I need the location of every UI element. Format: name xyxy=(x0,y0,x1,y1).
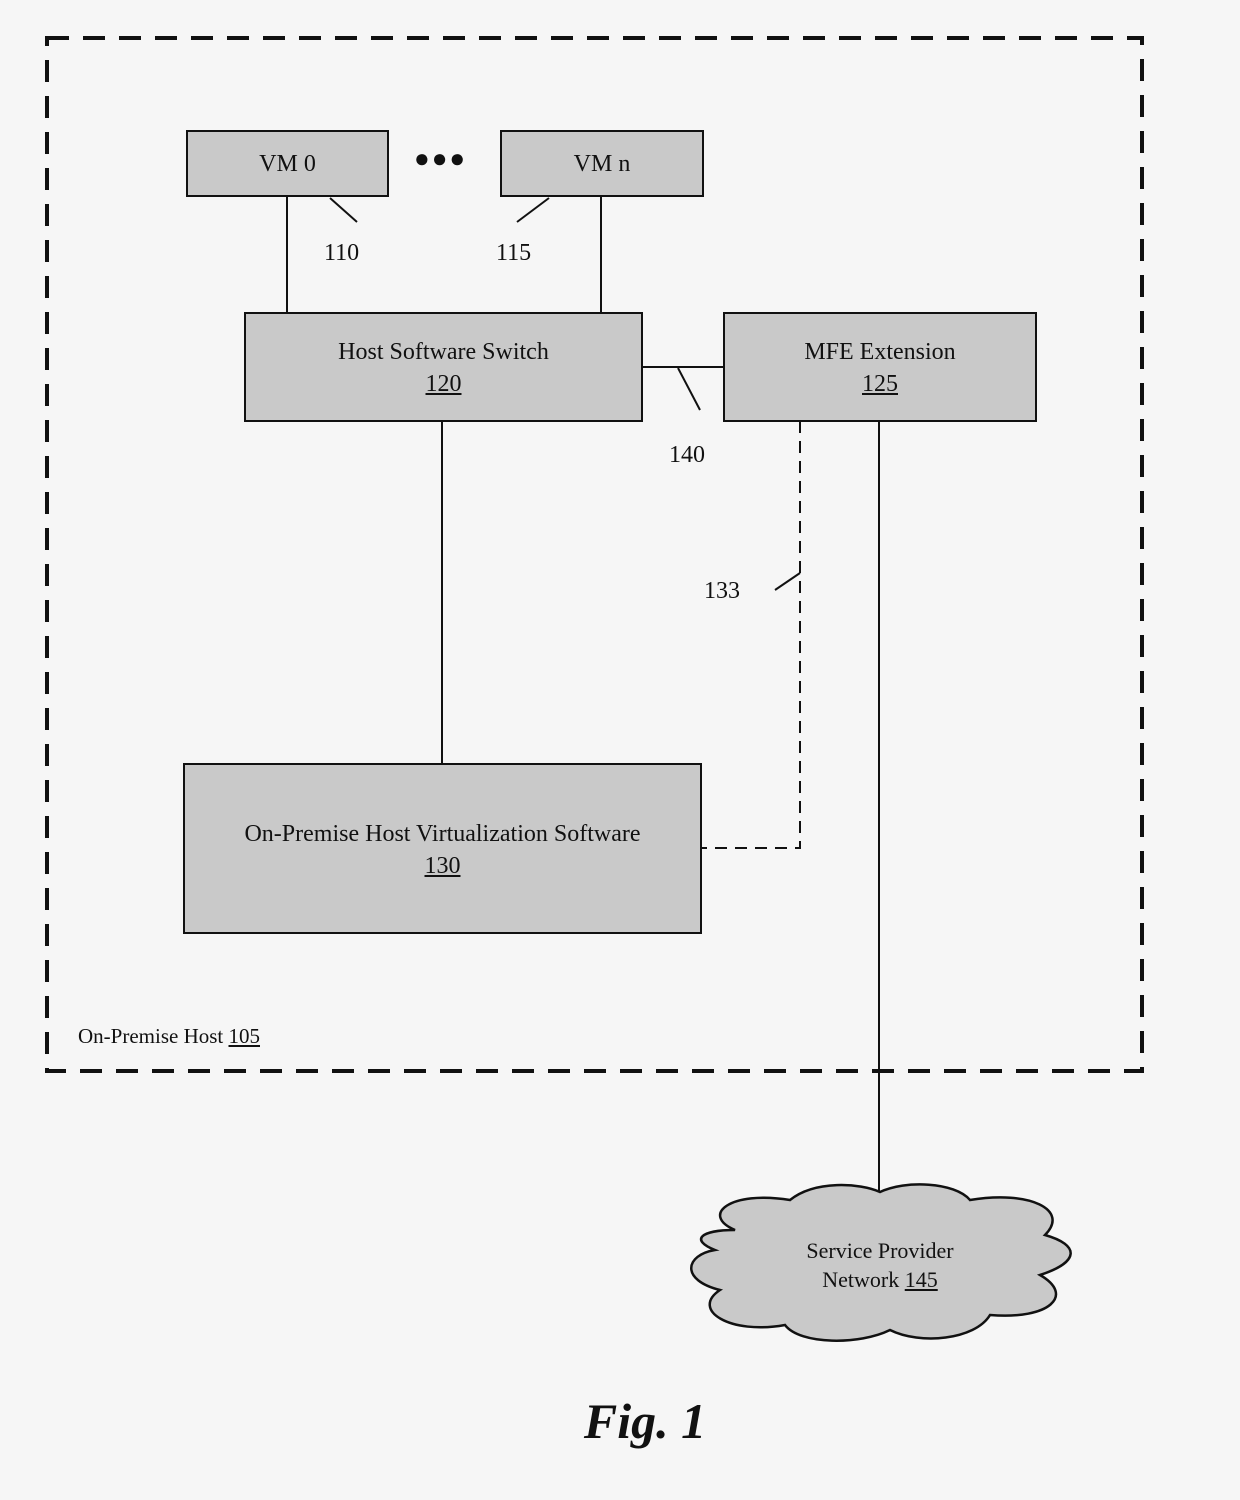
leader-110 xyxy=(329,197,358,223)
leader-133 xyxy=(774,572,801,591)
vm-n-box: VM n xyxy=(500,130,704,197)
figure-caption: Fig. 1 xyxy=(583,1393,707,1449)
virtualization-software-box: On-Premise Host Virtualization Software … xyxy=(183,763,702,934)
on-premise-host-label: On-Premise Host 105 xyxy=(78,1024,261,1048)
host-ref: 105 xyxy=(228,1024,261,1048)
leader-140 xyxy=(677,367,701,411)
ref-133: 133 xyxy=(704,578,740,604)
mfe-label: MFE Extension xyxy=(804,339,956,365)
vm-0-box: VM 0 xyxy=(186,130,389,197)
edge-mfe-virt-dashed xyxy=(702,421,801,849)
switch-ref: 120 xyxy=(425,371,462,397)
mfe-ref: 125 xyxy=(862,371,898,397)
mfe-extension-box: MFE Extension 125 xyxy=(723,312,1037,422)
ref-140: 140 xyxy=(669,442,705,468)
ref-110: 110 xyxy=(324,240,360,266)
vm-ellipsis: ●●● xyxy=(414,144,468,173)
host-software-switch-box: Host Software Switch 120 xyxy=(244,312,643,422)
service-provider-network-label: Service Provider Network 145 xyxy=(806,1238,954,1292)
switch-label: Host Software Switch xyxy=(338,339,549,365)
virt-label: On-Premise Host Virtualization Software xyxy=(244,820,641,847)
cloud-ref: 145 xyxy=(904,1267,938,1292)
ref-115: 115 xyxy=(496,240,532,266)
vm-0-label: VM 0 xyxy=(259,150,316,177)
virt-ref: 130 xyxy=(424,852,461,879)
leader-115 xyxy=(516,197,550,223)
vm-n-label: VM n xyxy=(573,150,631,177)
